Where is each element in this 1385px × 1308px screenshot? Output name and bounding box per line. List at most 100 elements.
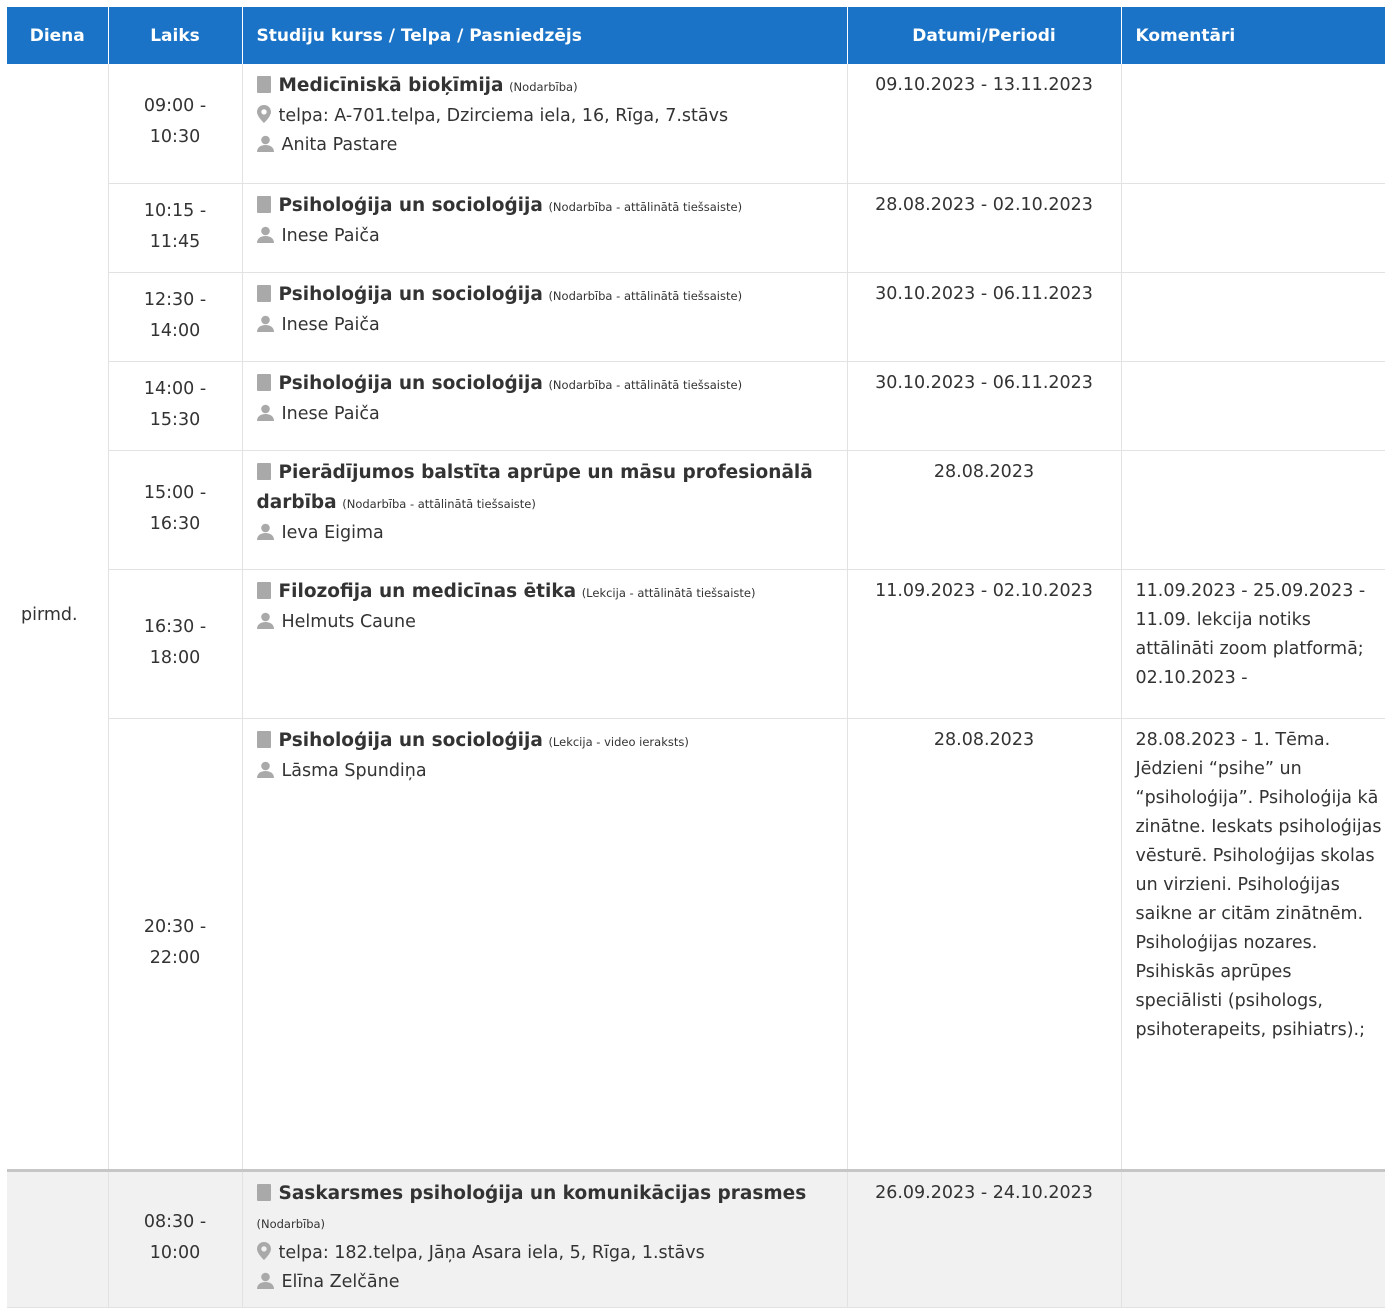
table-row: pirmd. 09:00 - 10:30 Medicīniskā bioķīmi… bbox=[7, 64, 1385, 1171]
course-name[interactable]: Medicīniskā bioķīmija bbox=[279, 75, 504, 96]
time-cell: 09:00 - 10:30 bbox=[108, 64, 243, 184]
course-name[interactable]: Psiholoģija un socioloģija bbox=[279, 195, 543, 216]
comment-cell bbox=[1121, 1169, 1385, 1308]
time-end: 16:30 bbox=[149, 513, 201, 534]
time-cell: 08:30 - 10:00 bbox=[108, 1169, 243, 1308]
table-row: 16:30 - 18:00 Filozofija un medicīnas ēt… bbox=[7, 569, 1385, 719]
schedule-table: Diena Laiks Studiju kurss / Telpa / Pasn… bbox=[7, 7, 1385, 1308]
course-name[interactable]: Psiholoģija un socioloģija bbox=[279, 730, 543, 751]
dates-cell: 30.10.2023 - 06.11.2023 bbox=[847, 272, 1122, 362]
comment-cell bbox=[1121, 183, 1385, 273]
dates-cell: 28.08.2023 bbox=[847, 450, 1122, 570]
table-row: 15:00 - 16:30 Pierādījumos balstīta aprū… bbox=[7, 450, 1385, 570]
user-icon bbox=[256, 1272, 274, 1289]
table-row: 12:30 - 14:00 Psiholoģija un socioloģija… bbox=[7, 272, 1385, 362]
course-name[interactable]: Psiholoģija un socioloģija bbox=[279, 373, 543, 394]
time-end: 10:30 bbox=[149, 127, 201, 147]
header-dates[interactable]: Datumi/Periodi bbox=[847, 7, 1122, 64]
time-start: 20:30 - bbox=[143, 916, 207, 937]
book-icon bbox=[256, 463, 271, 480]
table-row: 08:30 - 10:00 Saskarsmes psiholoģija un … bbox=[7, 1169, 1385, 1308]
course-cell: Pierādījumos balstīta aprūpe un māsu pro… bbox=[242, 450, 848, 570]
time-end: 18:00 bbox=[149, 647, 201, 668]
user-icon bbox=[256, 761, 274, 778]
course-cell: Medicīniskā bioķīmija (Nodarbība) telpa:… bbox=[242, 64, 848, 184]
course-name[interactable]: Psiholoģija un socioloģija bbox=[279, 284, 543, 305]
course-type: (Lekcija - video ieraksts) bbox=[548, 735, 689, 749]
time-end: 22:00 bbox=[149, 947, 201, 968]
time-cell: 15:00 - 16:30 bbox=[108, 450, 243, 570]
lecturer-name[interactable]: Inese Paiča bbox=[282, 315, 380, 335]
day-cell: pirmd. bbox=[7, 64, 109, 1171]
time-cell: 12:30 - 14:00 bbox=[108, 272, 243, 362]
course-cell: Saskarsmes psiholoģija un komunikācijas … bbox=[242, 1169, 848, 1308]
day-cell bbox=[7, 1169, 109, 1308]
dates-cell: 28.08.2023 - 02.10.2023 bbox=[847, 183, 1122, 273]
time-cell: 20:30 - 22:00 bbox=[108, 718, 243, 1171]
course-cell: Psiholoģija un socioloģija (Nodarbība - … bbox=[242, 183, 848, 273]
time-cell: 16:30 - 18:00 bbox=[108, 569, 243, 719]
header-comments[interactable]: Komentāri bbox=[1121, 7, 1385, 64]
dates-cell: 11.09.2023 - 02.10.2023 bbox=[847, 569, 1122, 719]
map-pin-icon bbox=[256, 105, 271, 123]
time-start: 09:00 - bbox=[143, 96, 207, 116]
course-type: (Nodarbība) bbox=[256, 1217, 326, 1231]
comment-cell: 11.09.2023 - 25.09.2023 - 11.09. lekcija… bbox=[1121, 569, 1385, 719]
lecturer-name[interactable]: Inese Paiča bbox=[282, 404, 380, 424]
book-icon bbox=[256, 1184, 271, 1201]
lecturer-name[interactable]: Helmuts Caune bbox=[282, 612, 416, 632]
course-name[interactable]: Saskarsmes psiholoģija un komunikācijas … bbox=[279, 1183, 807, 1204]
time-end: 14:00 bbox=[149, 320, 201, 341]
comment-cell: 28.08.2023 - 1. Tēma. Jēdzieni “psihe” u… bbox=[1121, 718, 1385, 1171]
header-day[interactable]: Diena bbox=[7, 7, 109, 64]
dates-cell: 09.10.2023 - 13.11.2023 bbox=[847, 64, 1122, 184]
room-text: telpa: A-701.telpa, Dzirciema iela, 16, … bbox=[278, 106, 729, 126]
time-start: 15:00 - bbox=[143, 482, 207, 503]
time-cell: 10:15 - 11:45 bbox=[108, 183, 243, 273]
comment-cell bbox=[1121, 64, 1385, 184]
time-start: 16:30 - bbox=[143, 616, 207, 637]
map-pin-icon bbox=[256, 1242, 271, 1260]
user-icon bbox=[256, 226, 274, 243]
book-icon bbox=[256, 374, 271, 391]
dates-cell: 26.09.2023 - 24.10.2023 bbox=[847, 1169, 1122, 1308]
time-start: 10:15 - bbox=[143, 200, 207, 221]
comment-cell bbox=[1121, 450, 1385, 570]
user-icon bbox=[256, 315, 274, 332]
course-cell: Psiholoģija un socioloģija (Nodarbība - … bbox=[242, 272, 848, 362]
header-course[interactable]: Studiju kurss / Telpa / Pasniedzējs bbox=[242, 7, 848, 64]
room-text: telpa: 182.telpa, Jāņa Asara iela, 5, Rī… bbox=[278, 1243, 705, 1263]
course-type: (Lekcija - attālinātā tiešsaiste) bbox=[581, 586, 756, 600]
course-type: (Nodarbība) bbox=[509, 80, 578, 94]
course-cell: Psiholoģija un socioloģija (Nodarbība - … bbox=[242, 361, 848, 451]
user-icon bbox=[256, 523, 274, 540]
time-end: 11:45 bbox=[149, 231, 201, 252]
comment-cell bbox=[1121, 272, 1385, 362]
dates-cell: 28.08.2023 bbox=[847, 718, 1122, 1171]
course-cell: Psiholoģija un socioloģija (Lekcija - vi… bbox=[242, 718, 848, 1171]
user-icon bbox=[256, 612, 274, 629]
book-icon bbox=[256, 285, 271, 302]
table-row: 14:00 - 15:30 Psiholoģija un socioloģija… bbox=[7, 361, 1385, 451]
course-cell: Filozofija un medicīnas ētika (Lekcija -… bbox=[242, 569, 848, 719]
course-name[interactable]: Filozofija un medicīnas ētika bbox=[279, 581, 577, 602]
lecturer-name[interactable]: Inese Paiča bbox=[282, 226, 380, 246]
lecturer-name[interactable]: Ieva Eigima bbox=[282, 523, 384, 543]
time-start: 08:30 - bbox=[143, 1212, 207, 1232]
course-type: (Nodarbība - attālinātā tiešsaiste) bbox=[548, 200, 743, 214]
lecturer-name[interactable]: Elīna Zelčāne bbox=[282, 1272, 400, 1292]
lecturer-name[interactable]: Lāsma Spundiņa bbox=[282, 761, 427, 781]
header-time[interactable]: Laiks bbox=[108, 7, 243, 64]
book-icon bbox=[256, 76, 271, 93]
table-header-row: Diena Laiks Studiju kurss / Telpa / Pasn… bbox=[7, 7, 1385, 64]
comment-cell bbox=[1121, 361, 1385, 451]
lecturer-name[interactable]: Anita Pastare bbox=[282, 135, 398, 155]
time-end: 10:00 bbox=[149, 1243, 201, 1263]
course-type: (Nodarbība - attālinātā tiešsaiste) bbox=[342, 497, 536, 511]
dates-cell: 30.10.2023 - 06.11.2023 bbox=[847, 361, 1122, 451]
course-type: (Nodarbība - attālinātā tiešsaiste) bbox=[548, 378, 743, 392]
time-cell: 14:00 - 15:30 bbox=[108, 361, 243, 451]
time-start: 12:30 - bbox=[143, 289, 207, 310]
time-end: 15:30 bbox=[149, 409, 201, 430]
book-icon bbox=[256, 582, 271, 599]
